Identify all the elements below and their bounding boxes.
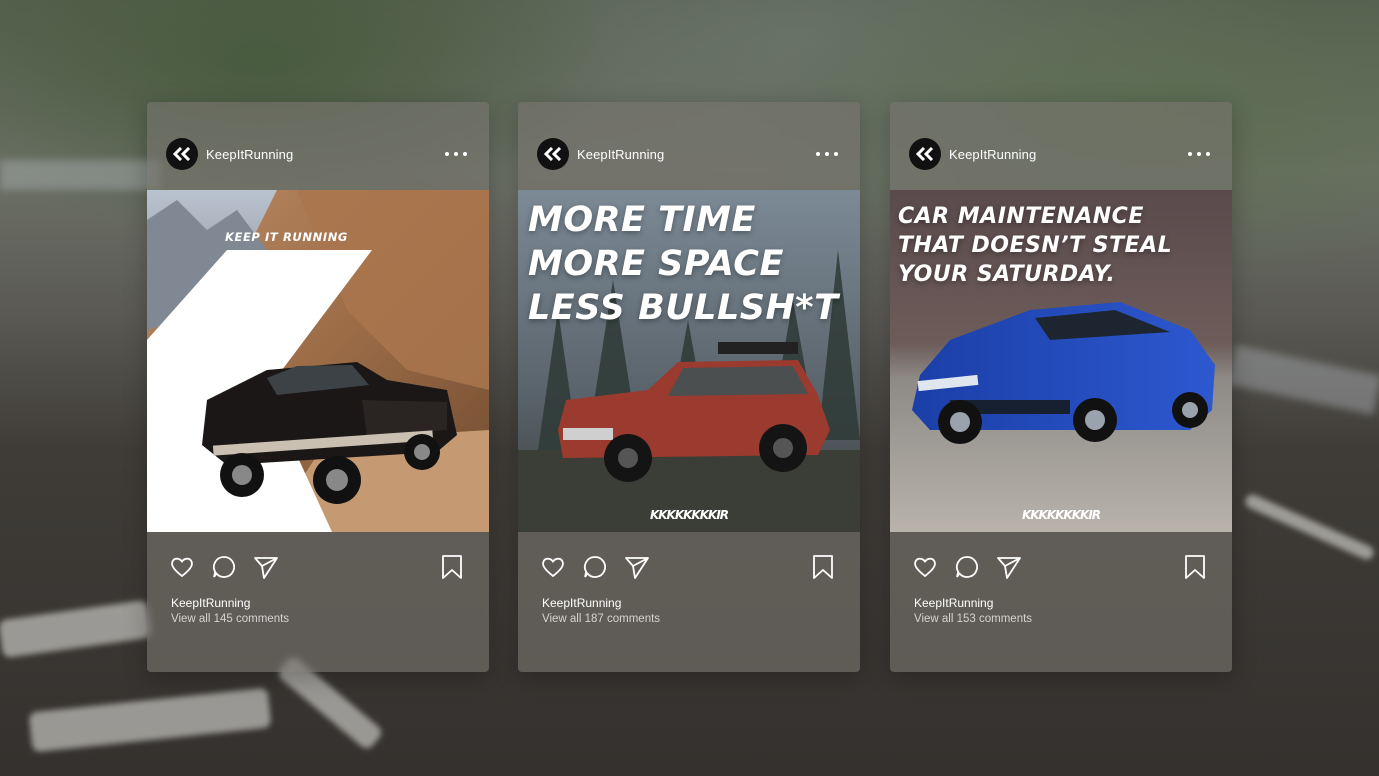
post-owner[interactable]: KeepItRunning bbox=[171, 596, 250, 610]
avatar[interactable] bbox=[166, 138, 198, 170]
headline-line: LESS BULLSH*T bbox=[528, 288, 839, 328]
post-actions: KeepItRunning View all 153 comments bbox=[890, 532, 1232, 672]
comment-bubble-icon[interactable] bbox=[954, 554, 980, 580]
post-headline: MORE TIME MORE SPACE LESS BULLSH*T bbox=[528, 198, 838, 330]
post-image[interactable]: KEEP IT RUNNING bbox=[147, 190, 489, 532]
double-chevron-left-logo bbox=[172, 147, 191, 161]
comment-bubble-icon[interactable] bbox=[582, 554, 608, 580]
view-comments-link[interactable]: View all 145 comments bbox=[171, 613, 289, 625]
more-dots-icon[interactable] bbox=[445, 144, 467, 164]
view-comments-link[interactable]: View all 187 comments bbox=[542, 613, 660, 625]
view-comments-link[interactable]: View all 153 comments bbox=[914, 613, 1032, 625]
post-headline: CAR MAINTENANCE THAT DOESN’T STEAL YOUR … bbox=[898, 202, 1172, 289]
bookmark-icon[interactable] bbox=[810, 554, 836, 580]
guardrail-right bbox=[1227, 344, 1379, 416]
account-name[interactable]: KeepItRunning bbox=[206, 147, 293, 162]
double-chevron-left-logo bbox=[543, 147, 562, 161]
more-dots-icon[interactable] bbox=[1188, 144, 1210, 164]
avatar[interactable] bbox=[537, 138, 569, 170]
instagram-post-card: KeepItRunning bbox=[890, 102, 1232, 672]
post-header: KeepItRunning bbox=[890, 102, 1232, 191]
avatar[interactable] bbox=[909, 138, 941, 170]
headline-line: MORE SPACE bbox=[528, 244, 784, 284]
headline-line: CAR MAINTENANCE bbox=[898, 204, 1144, 229]
double-chevron-left-logo bbox=[915, 147, 934, 161]
post-owner[interactable]: KeepItRunning bbox=[914, 596, 993, 610]
instagram-post-card: KeepItRunning bbox=[518, 102, 860, 672]
paper-plane-icon[interactable] bbox=[253, 554, 279, 580]
comment-bubble-icon[interactable] bbox=[211, 554, 237, 580]
more-dots-icon[interactable] bbox=[816, 144, 838, 164]
guardrail-left bbox=[0, 160, 160, 190]
instagram-post-card: KeepItRunning bbox=[147, 102, 489, 672]
account-name[interactable]: KeepItRunning bbox=[577, 147, 664, 162]
road-marking bbox=[1243, 492, 1376, 562]
heart-icon[interactable] bbox=[912, 554, 938, 580]
post-actions: KeepItRunning View all 145 comments bbox=[147, 532, 489, 672]
heart-icon[interactable] bbox=[169, 554, 195, 580]
post-image[interactable]: MORE TIME MORE SPACE LESS BULLSH*T KKKKK… bbox=[518, 190, 860, 532]
road-marking bbox=[0, 599, 152, 659]
brand-mark: KKKKKKKKIR bbox=[649, 508, 729, 522]
account-name[interactable]: KeepItRunning bbox=[949, 147, 1036, 162]
paper-plane-icon[interactable] bbox=[996, 554, 1022, 580]
post-image[interactable]: CAR MAINTENANCE THAT DOESN’T STEAL YOUR … bbox=[890, 190, 1232, 532]
headline-line: YOUR SATURDAY. bbox=[898, 262, 1116, 287]
road-marking bbox=[28, 687, 272, 753]
post-owner[interactable]: KeepItRunning bbox=[542, 596, 621, 610]
bookmark-icon[interactable] bbox=[1182, 554, 1208, 580]
headline-line: MORE TIME bbox=[528, 200, 756, 240]
headline-line: THAT DOESN’T STEAL bbox=[898, 233, 1173, 258]
bookmark-icon[interactable] bbox=[439, 554, 465, 580]
post-header: KeepItRunning bbox=[518, 102, 860, 191]
image-brand-text: KEEP IT RUNNING bbox=[225, 230, 348, 244]
post-header: KeepItRunning bbox=[147, 102, 489, 191]
paper-plane-icon[interactable] bbox=[624, 554, 650, 580]
heart-icon[interactable] bbox=[540, 554, 566, 580]
brand-mark: KKKKKKKKIR bbox=[1021, 508, 1101, 522]
post-actions: KeepItRunning View all 187 comments bbox=[518, 532, 860, 672]
